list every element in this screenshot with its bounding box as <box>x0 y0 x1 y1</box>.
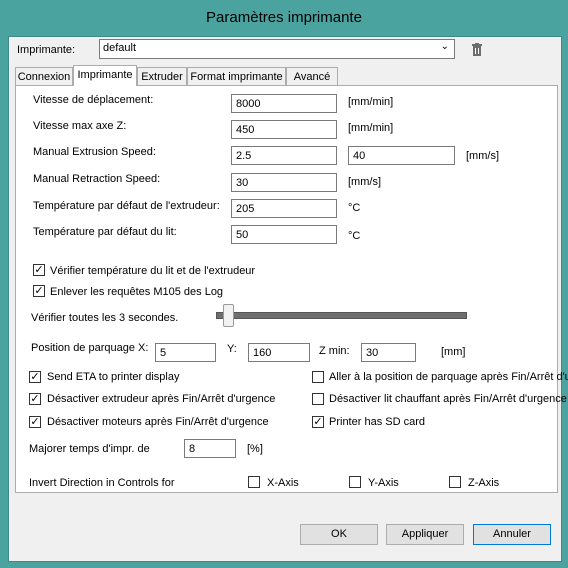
time-factor-label: Majorer temps d'impr. de <box>29 443 150 455</box>
manual-retraction-label: Manual Retraction Speed: <box>33 173 161 185</box>
bed-temp-unit: °C <box>348 230 361 242</box>
tab-imprimante[interactable]: Imprimante <box>73 65 137 86</box>
trash-icon[interactable] <box>471 43 483 56</box>
disable-extruder-label: Désactiver extrudeur après Fin/Arrêt d'u… <box>47 393 276 405</box>
invert-direction-label: Invert Direction in Controls for <box>29 477 175 489</box>
cancel-button[interactable]: Annuler <box>473 524 551 545</box>
tab-connexion[interactable]: Connexion <box>15 67 73 85</box>
goto-park-checkbox[interactable] <box>312 371 324 383</box>
disable-motors-label: Désactiver moteurs après Fin/Arrêt d'urg… <box>47 416 269 428</box>
verify-interval-slider-thumb[interactable] <box>223 304 234 327</box>
tab-extruder[interactable]: Extruder <box>137 67 187 85</box>
disable-bed-checkbox[interactable] <box>312 393 324 405</box>
max-z-speed-unit: [mm/min] <box>348 122 394 134</box>
extruder-temp-input[interactable]: 205 <box>231 199 337 218</box>
parking-unit: [mm] <box>441 346 466 358</box>
dialog-body: Imprimante: default ⌄ Connexion Impriman… <box>8 36 568 562</box>
invert-x-checkbox[interactable] <box>248 476 260 488</box>
tab-panel: Vitesse de déplacement: 8000 [mm/min] Vi… <box>15 85 568 493</box>
manual-extrusion-unit: [mm/s] <box>466 150 499 162</box>
invert-x-label: X-Axis <box>267 477 299 489</box>
parking-y-label: Y: <box>227 343 237 355</box>
disable-bed-label: Désactiver lit chauffant après Fin/Arrêt… <box>329 393 567 405</box>
travel-speed-input[interactable]: 8000 <box>231 94 337 113</box>
tab-avance[interactable]: Avancé <box>286 67 338 85</box>
chevron-down-icon: ⌄ <box>440 41 449 52</box>
invert-z-label: Z-Axis <box>468 477 500 489</box>
goto-park-label: Aller à la position de parquage après Fi… <box>329 371 568 383</box>
manual-extrusion-input-1[interactable]: 2.5 <box>231 146 337 165</box>
extruder-temp-unit: °C <box>348 202 361 214</box>
printer-select[interactable]: default ⌄ <box>99 39 455 59</box>
time-factor-input[interactable]: 8 <box>184 439 236 458</box>
max-z-speed-label: Vitesse max axe Z: <box>33 120 127 132</box>
apply-button[interactable]: Appliquer <box>386 524 464 545</box>
parking-x-input[interactable]: 5 <box>155 343 216 362</box>
send-eta-checkbox[interactable]: ✓ <box>29 371 41 383</box>
ok-button[interactable]: OK <box>300 524 378 545</box>
printer-label: Imprimante: <box>17 44 76 56</box>
disable-extruder-checkbox[interactable]: ✓ <box>29 393 41 405</box>
parking-y-input[interactable]: 160 <box>248 343 310 362</box>
remove-m105-checkbox[interactable]: ✓ <box>33 285 45 297</box>
travel-speed-label: Vitesse de déplacement: <box>33 94 154 106</box>
window-title: Paramètres imprimante <box>206 9 362 26</box>
manual-retraction-unit: [mm/s] <box>348 176 381 188</box>
max-z-speed-input[interactable]: 450 <box>231 120 337 139</box>
tab-format-imprimante[interactable]: Format imprimante <box>187 67 286 85</box>
parking-zmin-label: Z min: <box>319 345 350 357</box>
verify-interval-slider-track <box>216 312 467 319</box>
manual-extrusion-input-2[interactable]: 40 <box>348 146 455 165</box>
sd-card-checkbox[interactable]: ✓ <box>312 416 324 428</box>
bed-temp-input[interactable]: 50 <box>231 225 337 244</box>
manual-extrusion-label: Manual Extrusion Speed: <box>33 146 156 158</box>
printer-select-value: default <box>103 42 137 54</box>
verify-temp-label: Vérifier température du lit et de l'extr… <box>50 265 256 277</box>
travel-speed-unit: [mm/min] <box>348 96 394 108</box>
bed-temp-label: Température par défaut du lit: <box>33 226 177 238</box>
sd-card-label: Printer has SD card <box>329 416 425 428</box>
parking-x-label: Position de parquage X: <box>31 342 149 354</box>
disable-motors-checkbox[interactable]: ✓ <box>29 416 41 428</box>
invert-y-label: Y-Axis <box>368 477 399 489</box>
manual-retraction-input[interactable]: 30 <box>231 173 337 192</box>
extruder-temp-label: Température par défaut de l'extrudeur: <box>33 200 220 212</box>
time-factor-unit: [%] <box>247 443 263 455</box>
verify-interval-label: Vérifier toutes les 3 secondes. <box>31 312 179 324</box>
verify-temp-checkbox[interactable]: ✓ <box>33 264 45 276</box>
remove-m105-label: Enlever les requêtes M105 des Log <box>50 286 224 298</box>
parking-zmin-input[interactable]: 30 <box>361 343 416 362</box>
invert-y-checkbox[interactable] <box>349 476 361 488</box>
invert-z-checkbox[interactable] <box>449 476 461 488</box>
send-eta-label: Send ETA to printer display <box>47 371 180 383</box>
